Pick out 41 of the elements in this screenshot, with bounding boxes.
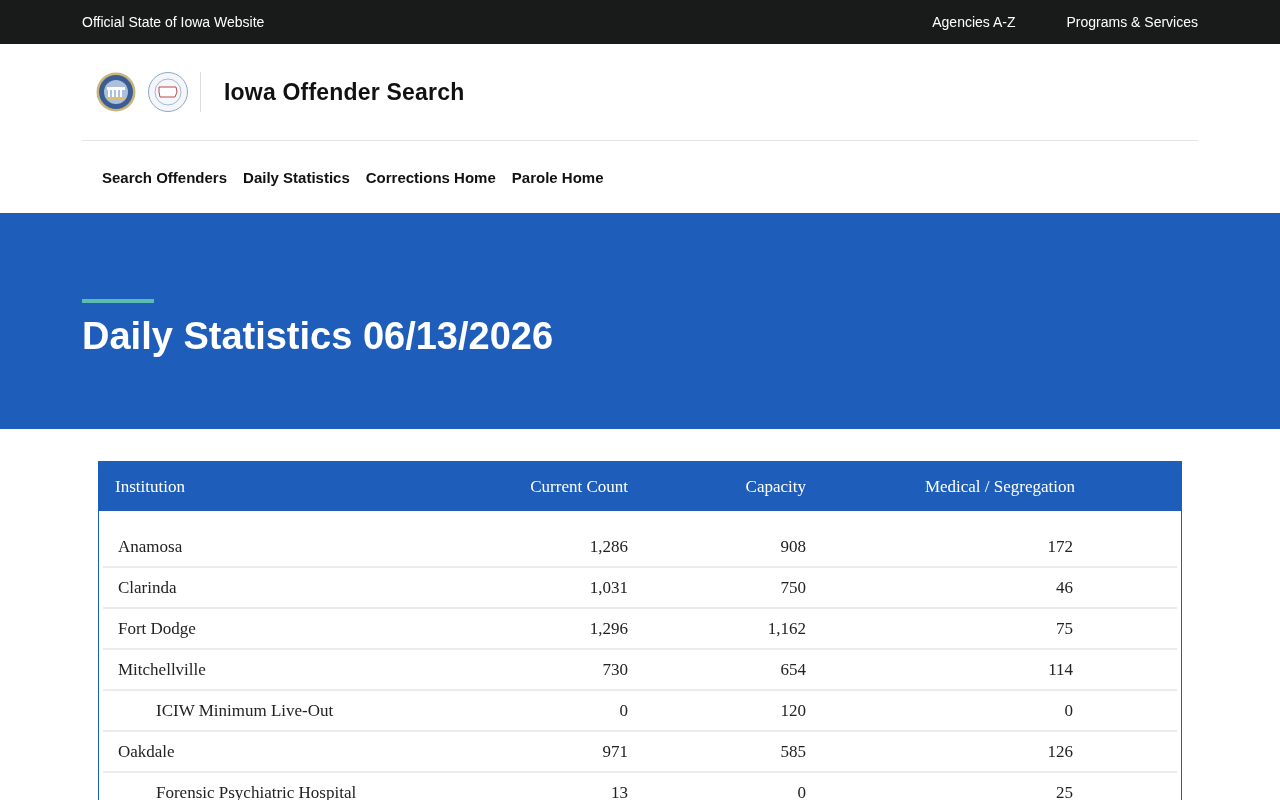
table-cell: 750 [780,577,806,597]
table-cell: 25 [1056,782,1073,800]
page-title: Daily Statistics 06/13/2026 [82,314,555,359]
table-cell: 0 [619,700,628,720]
table-cell: Anamosa [118,536,183,556]
nav-link[interactable]: Search Offenders [102,168,228,186]
round-seal-icon[interactable] [96,72,136,112]
table-cell: 908 [780,536,806,556]
table-cell: Clarinda [118,577,177,597]
table-cell: 172 [1047,536,1073,556]
table-cell: 654 [780,659,806,679]
table-cell: 1,031 [589,577,628,597]
table-cell: 114 [1048,659,1073,679]
column-header: Institution [115,476,186,497]
table-cell: 971 [602,741,628,761]
table-cell: 13 [611,782,628,800]
table-cell: Fort Dodge [118,618,196,638]
column-header: Current Count [529,476,628,497]
table-cell: 75 [1056,618,1073,638]
table-cell: 120 [780,700,806,720]
top-link[interactable]: Programs & Services [1066,14,1198,30]
table-cell: 1,286 [589,536,628,556]
nav-link[interactable]: Corrections Home [365,168,496,186]
table-cell: 126 [1047,741,1073,761]
column-header: Capacity [744,476,806,497]
site-title: Iowa Offender Search [224,78,465,106]
table-cell: 730 [602,659,628,679]
table-cell: Mitchellville [118,659,206,679]
table-cell: ICIW Minimum Live-Out [156,700,334,720]
nav-link[interactable]: Daily Statistics [243,168,350,186]
nav-link[interactable]: Parole Home [511,168,604,186]
table-cell: 0 [797,782,806,800]
table-cell: Oakdale [118,741,175,761]
table-cell: 46 [1056,577,1073,597]
table-cell: 1,296 [589,618,628,638]
column-header: Medical / Segregation [923,476,1075,497]
official-site-link[interactable]: Official State of Iowa Website [82,14,265,30]
top-link[interactable]: Agencies A-Z [932,14,1016,30]
table-cell: 0 [1064,700,1073,720]
table-cell: 585 [780,741,806,761]
table-cell: 1,162 [767,618,806,638]
